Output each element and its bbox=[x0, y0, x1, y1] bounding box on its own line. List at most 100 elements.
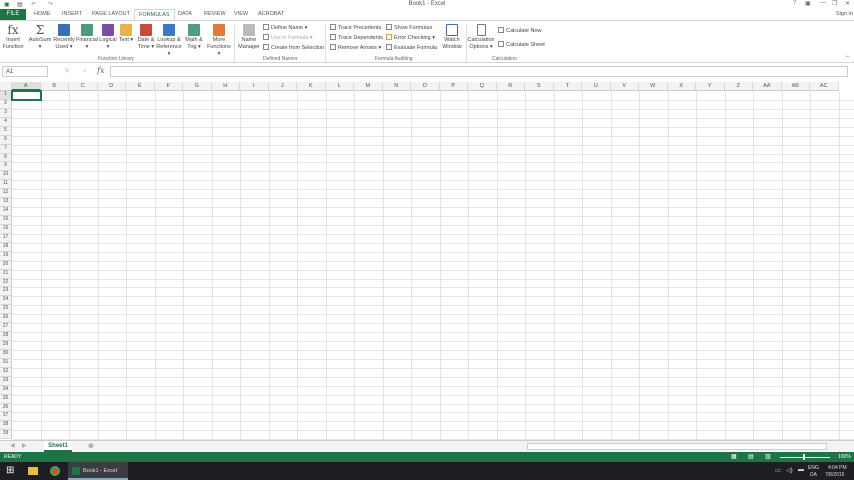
zoom-slider-thumb[interactable] bbox=[803, 454, 805, 460]
trace-dependents-button[interactable]: Trace Dependents bbox=[330, 34, 383, 41]
function-button[interactable]: Recently Used ▾ bbox=[52, 24, 76, 51]
column-header[interactable]: L bbox=[325, 82, 354, 91]
column-header[interactable]: K bbox=[297, 82, 326, 91]
column-header[interactable]: AA bbox=[753, 82, 782, 91]
function-button[interactable]: Financial ▾ bbox=[76, 24, 98, 51]
chrome-icon[interactable] bbox=[50, 466, 60, 476]
tab-review[interactable]: REVIEW bbox=[204, 11, 226, 17]
column-header[interactable]: D bbox=[97, 82, 126, 91]
calculation-options-button[interactable]: Calculation Options ▾ bbox=[467, 24, 495, 51]
column-header[interactable]: I bbox=[240, 82, 269, 91]
row-header[interactable]: 35 bbox=[0, 394, 12, 404]
column-header[interactable]: T bbox=[553, 82, 582, 91]
column-header[interactable]: Z bbox=[724, 82, 753, 91]
row-header[interactable]: 38 bbox=[0, 421, 12, 431]
row-header[interactable]: 9 bbox=[0, 162, 12, 172]
row-header[interactable]: 37 bbox=[0, 412, 12, 422]
column-header[interactable]: F bbox=[154, 82, 183, 91]
show-formulas-button[interactable]: Show Formulas bbox=[386, 24, 432, 31]
horizontal-scrollbar[interactable] bbox=[527, 443, 827, 450]
column-header[interactable]: AB bbox=[781, 82, 810, 91]
column-header[interactable]: AC bbox=[810, 82, 839, 91]
row-header[interactable]: 18 bbox=[0, 242, 12, 252]
row-header[interactable]: 24 bbox=[0, 296, 12, 306]
watch-window-button[interactable]: Watch Window bbox=[440, 24, 464, 51]
zoom-slider[interactable] bbox=[780, 457, 830, 458]
prev-sheet-icon[interactable]: ◀ bbox=[10, 442, 15, 449]
tab-acrobat[interactable]: ACROBAT bbox=[258, 11, 284, 17]
column-header[interactable]: P bbox=[439, 82, 468, 91]
function-button[interactable]: Math & Trig ▾ bbox=[182, 24, 206, 51]
column-header[interactable]: J bbox=[268, 82, 297, 91]
collapse-ribbon-icon[interactable]: ⌃ bbox=[845, 55, 850, 62]
row-header[interactable]: 2 bbox=[0, 99, 12, 109]
row-header[interactable]: 14 bbox=[0, 207, 12, 216]
page-break-view-icon[interactable]: ▥ bbox=[765, 453, 771, 460]
next-sheet-icon[interactable]: ▶ bbox=[22, 442, 27, 449]
column-header[interactable]: E bbox=[126, 82, 155, 91]
column-header[interactable]: H bbox=[211, 82, 240, 91]
remove-arrows-button[interactable]: Remove Arrows ▾ bbox=[330, 44, 381, 51]
row-header[interactable]: 22 bbox=[0, 278, 12, 288]
define-name-button[interactable]: Define Name ▾ bbox=[263, 24, 307, 31]
error-checking-button[interactable]: Error Checking ▾ bbox=[386, 34, 435, 41]
volume-icon[interactable]: ◁) bbox=[786, 467, 793, 474]
notification-icon[interactable]: ▬ bbox=[798, 467, 804, 473]
tab-file[interactable]: FILE bbox=[0, 9, 26, 20]
column-header[interactable]: Q bbox=[468, 82, 497, 91]
restore-button[interactable]: ❐ bbox=[832, 0, 837, 7]
calculate-sheet-button[interactable]: Calculate Sheet bbox=[498, 41, 545, 48]
function-button[interactable]: Date & Time ▾ bbox=[136, 24, 156, 51]
row-header[interactable]: 4 bbox=[0, 117, 12, 127]
sign-in-link[interactable]: Sign in bbox=[836, 11, 853, 17]
create-from-selection-button[interactable]: Create from Selection bbox=[263, 44, 324, 51]
use-in-formula-button[interactable]: Use in Formula ▾ bbox=[263, 34, 313, 41]
row-header[interactable]: 29 bbox=[0, 341, 12, 350]
close-button[interactable]: ✕ bbox=[845, 0, 850, 7]
column-header[interactable]: W bbox=[639, 82, 668, 91]
formula-input[interactable] bbox=[110, 66, 848, 77]
function-button[interactable]: Σ AutoSum ▾ bbox=[28, 24, 52, 51]
name-manager-button[interactable]: Name Manager bbox=[237, 24, 261, 51]
function-button[interactable]: Logical ▾ bbox=[98, 24, 118, 51]
row-header[interactable]: 7 bbox=[0, 144, 12, 154]
name-box[interactable]: A1 bbox=[2, 66, 48, 77]
tab-view[interactable]: VIEW bbox=[234, 11, 248, 17]
selected-cell-a1[interactable] bbox=[11, 90, 42, 101]
help-button[interactable]: ? bbox=[793, 0, 796, 6]
row-header[interactable]: 25 bbox=[0, 305, 12, 315]
evaluate-formula-button[interactable]: Evaluate Formula bbox=[386, 44, 437, 51]
column-header[interactable]: X bbox=[667, 82, 696, 91]
row-header[interactable]: 17 bbox=[0, 233, 12, 243]
add-sheet-button[interactable]: ⊕ bbox=[88, 442, 94, 450]
spreadsheet-grid[interactable]: A B C D E F G H I J K L M N O P Q R S T U V W X Y Z AA AB AC 1 2 3 4 5 6 7 8… bbox=[0, 82, 854, 440]
column-header[interactable]: C bbox=[69, 82, 98, 91]
row-header[interactable]: 16 bbox=[0, 224, 12, 234]
calculate-now-button[interactable]: Calculate Now bbox=[498, 27, 541, 34]
row-header[interactable]: 36 bbox=[0, 403, 12, 413]
column-header[interactable]: R bbox=[496, 82, 525, 91]
row-header[interactable]: 32 bbox=[0, 367, 12, 377]
normal-view-icon[interactable]: ▦ bbox=[731, 453, 737, 460]
function-button[interactable]: Text ▾ bbox=[118, 24, 134, 44]
row-header[interactable]: 34 bbox=[0, 385, 12, 395]
column-header[interactable]: U bbox=[582, 82, 611, 91]
function-button[interactable]: More Functions ▾ bbox=[206, 24, 232, 58]
trace-precedents-button[interactable]: Trace Precedents bbox=[330, 24, 381, 31]
column-header[interactable]: B bbox=[40, 82, 69, 91]
row-header[interactable]: 11 bbox=[0, 180, 12, 190]
row-header[interactable]: 13 bbox=[0, 198, 12, 208]
row-header[interactable]: 6 bbox=[0, 135, 12, 145]
row-header[interactable]: 19 bbox=[0, 251, 12, 261]
row-header[interactable]: 12 bbox=[0, 189, 12, 199]
insert-function-icon[interactable]: fx bbox=[97, 66, 104, 75]
row-header[interactable]: 26 bbox=[0, 314, 12, 324]
column-header[interactable]: N bbox=[382, 82, 411, 91]
row-header[interactable]: 39 bbox=[0, 430, 12, 440]
row-header[interactable]: 28 bbox=[0, 332, 12, 342]
column-header[interactable]: S bbox=[525, 82, 554, 91]
function-button[interactable]: Lookup & Reference ▾ bbox=[156, 24, 182, 58]
page-layout-view-icon[interactable]: ▤ bbox=[748, 453, 754, 460]
taskbar-excel-button[interactable]: Book1 - Excel bbox=[68, 462, 128, 480]
sheet-tab-sheet1[interactable]: Sheet1 bbox=[44, 441, 72, 452]
